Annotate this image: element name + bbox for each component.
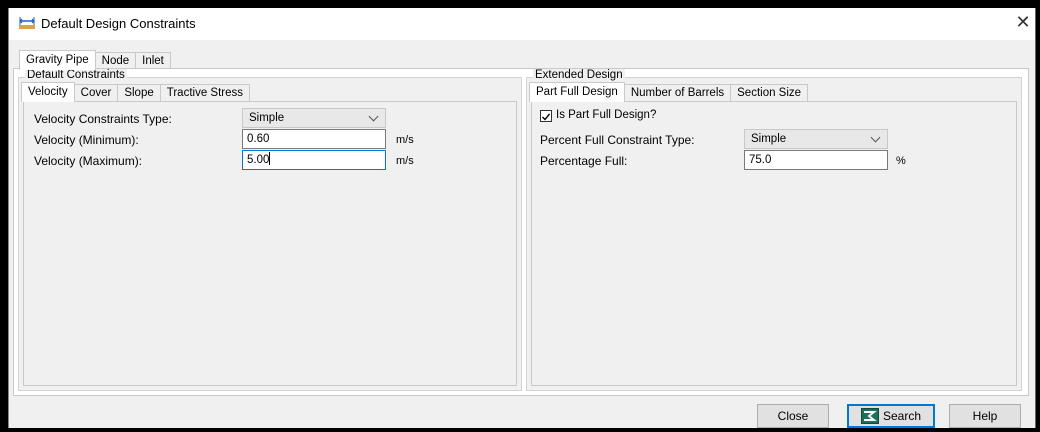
chevron-down-icon [870, 132, 881, 143]
tab-slope[interactable]: Slope [117, 84, 161, 102]
help-button-label: Help [972, 409, 998, 423]
velocity-type-select[interactable]: Simple [242, 108, 386, 128]
search-icon [860, 408, 879, 431]
tab-gravity-pipe[interactable]: Gravity Pipe [19, 50, 96, 70]
velocity-type-label: Velocity Constraints Type: [34, 112, 172, 126]
top-tab-strip: Gravity Pipe Node Inlet [19, 50, 171, 70]
tab-velocity[interactable]: Velocity [21, 82, 75, 102]
left-tab-strip: Velocity Cover Slope Tractive Stress [21, 82, 251, 102]
velocity-panel: Velocity Constraints Type: Simple Veloci… [23, 101, 517, 386]
design-constraints-icon [19, 17, 35, 32]
part-full-design-panel: Is Part Full Design? Percent Full Constr… [531, 101, 1017, 386]
tab-part-full-design[interactable]: Part Full Design [529, 82, 625, 102]
tab-cover[interactable]: Cover [73, 84, 119, 102]
search-button[interactable]: Search [847, 404, 935, 428]
velocity-max-input[interactable]: 5.00 [242, 150, 386, 170]
search-button-label: Search [882, 409, 922, 423]
right-tab-strip: Part Full Design Number of Barrels Secti… [529, 82, 809, 102]
close-button[interactable]: Close [757, 404, 829, 428]
velocity-min-input[interactable]: 0.60 [242, 129, 386, 149]
velocity-max-label: Velocity (Maximum): [34, 154, 143, 168]
default-constraints-group: Default Constraints Velocity Cover Slope… [18, 69, 522, 391]
dialog-content: Gravity Pipe Node Inlet Default Constrai… [9, 40, 1035, 428]
part-full-design-label: Is Part Full Design? [556, 109, 657, 121]
percentage-full-input[interactable]: 75.0 [744, 150, 888, 170]
extended-design-title: Extended Design [533, 69, 625, 81]
percentage-full-label: Percentage Full: [540, 154, 628, 168]
gravity-pipe-panel: Default Constraints Velocity Cover Slope… [13, 68, 1029, 396]
title-bar[interactable]: Default Design Constraints ✕ [9, 8, 1035, 40]
help-button[interactable]: Help [949, 404, 1021, 428]
extended-design-group: Extended Design Part Full Design Number … [526, 69, 1022, 391]
percentage-full-value: 75.0 [749, 154, 772, 166]
percentage-unit: % [896, 155, 906, 167]
close-button-label: Close [777, 409, 809, 423]
percent-type-label: Percent Full Constraint Type: [540, 133, 695, 147]
tab-number-of-barrels[interactable]: Number of Barrels [623, 84, 732, 102]
velocity-max-value: 5.00 [247, 154, 270, 166]
text-caret [269, 152, 271, 165]
tab-section-size[interactable]: Section Size [730, 84, 809, 102]
window-title: Default Design Constraints [41, 16, 196, 31]
part-full-design-checkbox[interactable] [540, 110, 552, 122]
checkmark-icon [542, 113, 551, 121]
velocity-type-value: Simple [249, 112, 285, 124]
close-icon[interactable]: ✕ [1013, 12, 1033, 32]
default-constraints-title: Default Constraints [25, 69, 127, 81]
percent-type-value: Simple [751, 133, 787, 145]
dialog-window: Default Design Constraints ✕ Gravity Pip… [8, 8, 1036, 428]
chevron-down-icon [368, 111, 379, 122]
velocity-min-value: 0.60 [247, 133, 270, 145]
velocity-max-unit: m/s [396, 155, 414, 167]
velocity-min-label: Velocity (Minimum): [34, 133, 139, 147]
percent-type-select[interactable]: Simple [744, 129, 888, 149]
tab-tractive-stress[interactable]: Tractive Stress [159, 84, 251, 102]
velocity-min-unit: m/s [396, 134, 414, 146]
